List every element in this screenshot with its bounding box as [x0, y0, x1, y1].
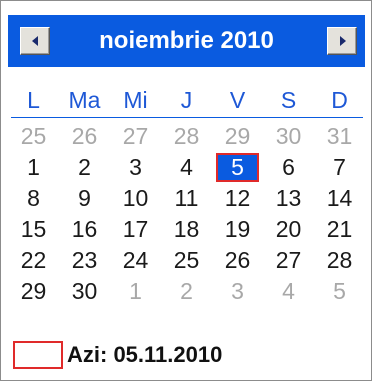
day-cell[interactable]: 21 [314, 214, 365, 245]
day-cell[interactable]: 15 [8, 214, 59, 245]
day-cell-other-month[interactable]: 25 [8, 121, 59, 152]
day-cell[interactable]: 28 [314, 245, 365, 276]
day-cell[interactable]: 22 [8, 245, 59, 276]
day-cell[interactable]: 24 [110, 245, 161, 276]
weekday-label: S [280, 87, 297, 113]
day-cell[interactable]: 30 [59, 276, 110, 307]
day-cell[interactable]: 4 [161, 152, 212, 183]
day-cell[interactable]: 17 [110, 214, 161, 245]
day-grid: 25 26 27 28 29 30 31 1 2 3 4 5 6 7 8 9 10 11 12 13 14 15 16 17 1… [8, 121, 365, 307]
next-month-button[interactable] [327, 27, 357, 55]
day-cell-other-month[interactable]: 5 [314, 276, 365, 307]
month-year-title[interactable]: noiembrie 2010 [58, 15, 315, 67]
weekday-label: Mi [123, 87, 148, 113]
day-cell-other-month[interactable]: 1 [110, 276, 161, 307]
day-cell-selected[interactable]: 5 [216, 153, 259, 182]
day-cell[interactable]: 25 [161, 245, 212, 276]
day-cell[interactable]: 23 [59, 245, 110, 276]
today-label: Azi: 05.11.2010 [67, 342, 223, 367]
day-cell[interactable]: 12 [212, 183, 263, 214]
calendar-popup: noiembrie 2010 L Ma Mi J V S D 25 26 27 28 2… [0, 0, 372, 381]
day-cell[interactable]: 2 [59, 152, 110, 183]
day-cell[interactable]: 10 [110, 183, 161, 214]
day-cell[interactable]: 13 [263, 183, 314, 214]
chevron-right-icon [340, 36, 346, 46]
day-cell[interactable]: 19 [212, 214, 263, 245]
weekday-label: D [331, 87, 348, 113]
day-cell[interactable]: 11 [161, 183, 212, 214]
weekday-divider [11, 117, 363, 118]
day-cell-other-month[interactable]: 27 [110, 121, 161, 152]
day-cell-other-month[interactable]: 26 [59, 121, 110, 152]
day-cell[interactable]: 16 [59, 214, 110, 245]
day-cell-other-month[interactable]: 30 [263, 121, 314, 152]
chevron-left-icon [32, 36, 38, 46]
prev-month-button[interactable] [20, 27, 50, 55]
weekday-header-row: L Ma Mi J V S D [8, 88, 365, 112]
day-cell-other-month[interactable]: 2 [161, 276, 212, 307]
weekday-label: V [229, 87, 246, 113]
today-link[interactable]: Azi: 05.11.2010 [13, 340, 222, 370]
day-cell[interactable]: 27 [263, 245, 314, 276]
day-cell-other-month[interactable]: 29 [212, 121, 263, 152]
weekday-label: L [27, 87, 40, 113]
day-cell[interactable]: 8 [8, 183, 59, 214]
day-cell[interactable]: 18 [161, 214, 212, 245]
day-cell[interactable]: 3 [110, 152, 161, 183]
calendar-header: noiembrie 2010 [8, 15, 365, 67]
weekday-label: Ma [68, 87, 101, 113]
weekday-label: J [180, 87, 193, 113]
day-cell-other-month[interactable]: 31 [314, 121, 365, 152]
day-cell[interactable]: 7 [314, 152, 365, 183]
day-cell-other-month[interactable]: 3 [212, 276, 263, 307]
day-cell[interactable]: 14 [314, 183, 365, 214]
today-marker-box [13, 341, 63, 369]
day-cell[interactable]: 20 [263, 214, 314, 245]
day-cell-other-month[interactable]: 4 [263, 276, 314, 307]
day-cell[interactable]: 6 [263, 152, 314, 183]
day-cell[interactable]: 29 [8, 276, 59, 307]
day-cell[interactable]: 1 [8, 152, 59, 183]
day-cell[interactable]: 26 [212, 245, 263, 276]
day-cell[interactable]: 9 [59, 183, 110, 214]
day-cell-other-month[interactable]: 28 [161, 121, 212, 152]
